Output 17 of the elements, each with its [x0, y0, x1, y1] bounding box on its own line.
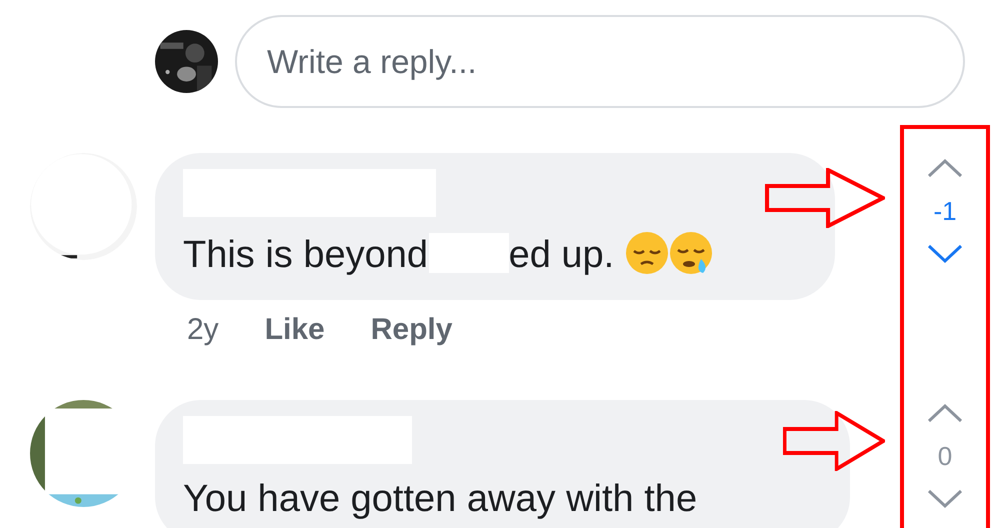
- downvote-icon[interactable]: [926, 489, 964, 509]
- comment-text: This is beyond: [183, 234, 428, 276]
- comment-action[interactable]: Like: [264, 312, 325, 348]
- upvote-icon[interactable]: [926, 403, 964, 423]
- sleepy-face-icon: [668, 231, 713, 275]
- comment-text: ed up.: [508, 234, 614, 276]
- comment-action[interactable]: Reply: [370, 312, 452, 348]
- upvote-icon[interactable]: [926, 158, 964, 178]
- arrow-icon: [783, 411, 885, 471]
- arrow-icon: [765, 168, 885, 228]
- reply-field[interactable]: Write a reply...: [235, 15, 965, 108]
- downvote-icon[interactable]: [926, 244, 964, 264]
- vote-score: 0: [938, 443, 952, 469]
- pensive-face-icon: [624, 231, 669, 275]
- timestamp: 2y: [187, 312, 219, 348]
- vote-score: -1: [933, 198, 957, 224]
- comment-text: You have gotten away with the: [183, 478, 698, 520]
